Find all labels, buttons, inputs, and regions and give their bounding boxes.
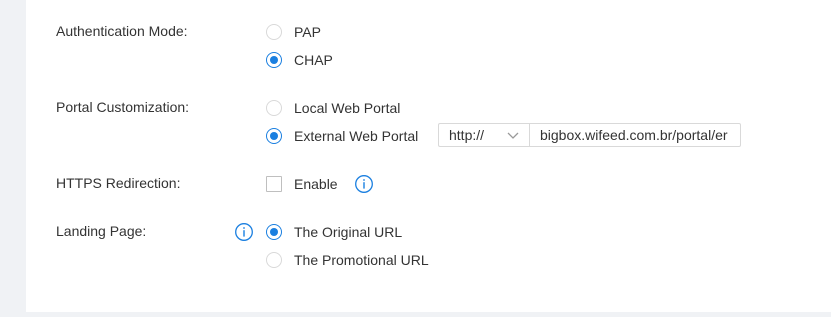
landing-page-label: Landing Page:	[56, 223, 147, 239]
chap-radio[interactable]	[266, 52, 282, 68]
portal-url-input[interactable]	[529, 123, 741, 147]
external-web-portal-radio[interactable]	[266, 128, 282, 144]
protocol-select[interactable]: http://	[438, 123, 529, 147]
settings-panel: Authentication Mode: PAP CHAP Portal Cus…	[26, 0, 831, 312]
https-redirection-checkbox[interactable]	[266, 176, 282, 192]
promotional-url-radio[interactable]	[266, 252, 282, 268]
auth-mode-pap-option[interactable]: PAP	[266, 22, 321, 42]
external-web-portal-option[interactable]: External Web Portal	[266, 126, 418, 146]
auth-mode-chap-option[interactable]: CHAP	[266, 50, 333, 70]
chevron-down-icon	[507, 132, 519, 139]
pap-label: PAP	[294, 24, 321, 40]
protocol-select-value: http://	[449, 127, 485, 143]
info-icon[interactable]	[354, 174, 374, 194]
original-url-radio[interactable]	[266, 224, 282, 240]
https-redirection-label: HTTPS Redirection:	[56, 175, 181, 191]
original-url-option[interactable]: The Original URL	[266, 222, 402, 242]
local-web-portal-option[interactable]: Local Web Portal	[266, 98, 400, 118]
https-redirection-enable-option[interactable]: Enable	[266, 174, 338, 194]
promotional-url-option[interactable]: The Promotional URL	[266, 250, 429, 270]
portal-customization-label: Portal Customization:	[56, 99, 190, 115]
info-icon[interactable]	[234, 222, 254, 242]
external-web-portal-label: External Web Portal	[294, 128, 419, 144]
chap-label: CHAP	[294, 52, 333, 68]
enable-label: Enable	[294, 176, 338, 192]
authentication-mode-label: Authentication Mode:	[56, 23, 188, 39]
local-web-portal-radio[interactable]	[266, 100, 282, 116]
original-url-label: The Original URL	[294, 224, 403, 240]
local-web-portal-label: Local Web Portal	[294, 100, 401, 116]
pap-radio[interactable]	[266, 24, 282, 40]
promotional-url-label: The Promotional URL	[294, 252, 429, 268]
